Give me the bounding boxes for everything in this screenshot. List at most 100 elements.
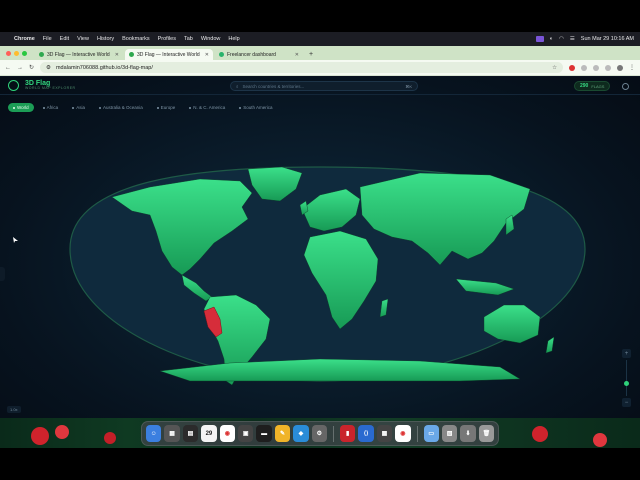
folder-icon[interactable]: ▭	[423, 425, 439, 442]
close-tab-icon[interactable]: ✕	[295, 52, 299, 58]
screen-record-icon[interactable]	[535, 36, 544, 42]
globe-favicon-icon	[39, 52, 44, 57]
back-icon[interactable]: ←	[5, 65, 11, 71]
filter-asia[interactable]: Asia	[67, 103, 90, 112]
flag-count-badge: 290 FLAGS	[574, 81, 611, 91]
app-icon[interactable]: ▦	[376, 425, 393, 442]
search-shortcut: ⌘K	[405, 83, 412, 89]
country-new-zealand[interactable]	[545, 336, 555, 354]
filter-label: World	[17, 105, 29, 110]
tab-3[interactable]: Freelancer dashboard ✕	[215, 49, 303, 60]
profile-avatar[interactable]	[617, 64, 623, 71]
extension-icon[interactable]	[569, 64, 575, 71]
zoom-in-button[interactable]: +	[622, 349, 631, 358]
zoom-out-button[interactable]: −	[622, 398, 631, 407]
filter-oceania[interactable]: Australia & Oceania	[94, 103, 148, 112]
launchpad-icon[interactable]: ▦	[164, 425, 180, 442]
filter-label: Australia & Oceania	[102, 105, 143, 110]
mouse-cursor-icon	[13, 237, 18, 243]
filter-europe[interactable]: Europe	[152, 103, 181, 112]
screenshot-thumbnail-icon[interactable]: ▧	[441, 425, 458, 442]
close-window-button[interactable]	[6, 50, 11, 56]
filter-label: South America	[243, 105, 273, 110]
chrome-icon[interactable]: ◉	[395, 425, 411, 442]
filter-label: Asia	[76, 105, 85, 110]
terminal-icon[interactable]: ▬	[256, 425, 272, 442]
mission-control-icon[interactable]: ▤	[182, 425, 199, 442]
menu-bookmarks[interactable]: Bookmarks	[122, 36, 150, 42]
app-icon[interactable]: ▮	[339, 425, 356, 442]
extensions-puzzle-icon[interactable]	[605, 64, 611, 71]
menu-app-name[interactable]: Chrome	[14, 36, 35, 42]
tab-title: 3D Flag — Interactive World	[137, 51, 200, 58]
minimize-window-button[interactable]	[14, 50, 19, 56]
forward-icon[interactable]: →	[17, 65, 23, 71]
search-placeholder: Search countries & territories...	[242, 83, 305, 89]
brand-tagline: WORLD MAP EXPLORER	[25, 86, 76, 91]
reload-icon[interactable]: ↻	[29, 64, 34, 71]
search-input[interactable]: ⌕ Search countries & territories... ⌘K	[230, 81, 418, 91]
app-icon[interactable]: ▣	[238, 425, 254, 442]
logo-icon[interactable]	[8, 80, 19, 91]
close-tab-icon[interactable]: ✕	[205, 52, 209, 58]
region-filters: World Africa Asia Australia & Oceania Eu…	[8, 103, 278, 112]
zoom-level: 1.0x	[7, 406, 21, 413]
maximize-window-button[interactable]	[22, 50, 27, 56]
docker-icon[interactable]: ◆	[293, 425, 309, 442]
trash-icon[interactable]: 🗑	[478, 425, 495, 442]
dot-icon	[72, 106, 75, 109]
bookmark-star-icon[interactable]: ☆	[552, 65, 557, 71]
filter-nc-america[interactable]: N. & C. America	[184, 103, 230, 112]
macos-dock: ☺ ▦ ▤ 29 ◉ ▣ ▬ ✎ ◆ ⚙ ▮ ⟨⟩ ▦ ◉ ▭ ▧ ⬇ 🗑	[141, 421, 499, 446]
chrome-menu-icon[interactable]: ⋮	[629, 64, 635, 71]
globe-favicon-icon	[129, 52, 134, 57]
filter-world[interactable]: World	[8, 103, 34, 112]
macos-menu-bar: Chrome File Edit View History Bookmarks …	[0, 32, 640, 46]
chrome-window: 3D Flag — Interactive World ✕ 3D Flag — …	[0, 46, 640, 418]
window-controls	[4, 46, 33, 60]
zoom-controls: + −	[622, 349, 631, 407]
notes-icon[interactable]: ✎	[274, 425, 291, 442]
zoom-slider-knob[interactable]	[624, 381, 629, 386]
filter-label: N. & C. America	[193, 105, 226, 110]
dot-icon	[189, 106, 192, 109]
settings-icon[interactable]	[622, 83, 629, 90]
tab-2-active[interactable]: 3D Flag — Interactive World ✕	[125, 49, 213, 60]
address-bar[interactable]: ⚙ mdalamin706088.github.io/3d-flag-map/ …	[40, 62, 563, 73]
zoom-slider[interactable]	[624, 360, 629, 396]
tab-1[interactable]: 3D Flag — Interactive World ✕	[35, 49, 123, 60]
extension-icon[interactable]	[593, 64, 599, 71]
menu-profiles[interactable]: Profiles	[158, 36, 176, 42]
world-map[interactable]	[0, 119, 640, 418]
new-tab-button[interactable]: +	[305, 49, 317, 60]
site-info-icon[interactable]: ⚙	[46, 65, 51, 71]
extension-icon[interactable]	[581, 64, 587, 71]
tab-title: 3D Flag — Interactive World	[47, 51, 110, 58]
filter-south-america[interactable]: South America	[234, 103, 277, 112]
filter-label: Europe	[160, 105, 176, 110]
status-icon[interactable]: ◐	[550, 36, 553, 42]
calendar-icon[interactable]: 29	[201, 425, 217, 442]
menu-history[interactable]: History	[97, 36, 114, 42]
menu-edit[interactable]: Edit	[60, 36, 69, 42]
flag-count-label: FLAGS	[591, 83, 605, 89]
filter-africa[interactable]: Africa	[38, 103, 64, 112]
menu-tab[interactable]: Tab	[184, 36, 193, 42]
settings-app-icon[interactable]: ⚙	[311, 425, 328, 442]
menu-help[interactable]: Help	[228, 36, 239, 42]
control-center-icon[interactable]: ☰	[570, 36, 575, 42]
menu-window[interactable]: Window	[201, 36, 221, 42]
wifi-icon[interactable]: ◠	[559, 36, 564, 42]
clock[interactable]: Sun Mar 29 10:16 AM	[581, 36, 634, 42]
menu-view[interactable]: View	[77, 36, 89, 42]
browser-toolbar: ← → ↻ ⚙ mdalamin706088.github.io/3d-flag…	[0, 60, 640, 76]
tab-bar: 3D Flag — Interactive World ✕ 3D Flag — …	[0, 46, 640, 60]
finder-icon[interactable]: ☺	[146, 425, 162, 442]
downloads-icon[interactable]: ⬇	[460, 425, 476, 442]
menu-file[interactable]: File	[43, 36, 52, 42]
dot-icon	[98, 106, 101, 109]
close-tab-icon[interactable]: ✕	[115, 52, 119, 58]
side-panel-handle[interactable]	[0, 267, 5, 281]
vscode-icon[interactable]: ⟨⟩	[358, 425, 374, 442]
chrome-icon[interactable]: ◉	[219, 425, 236, 442]
